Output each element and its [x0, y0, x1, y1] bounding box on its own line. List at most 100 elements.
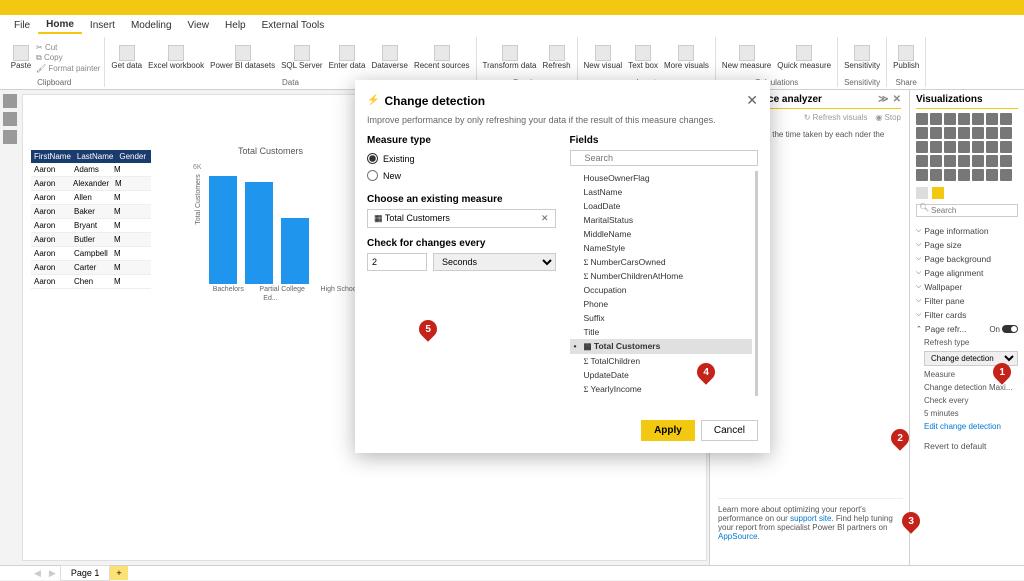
- revert-to-default[interactable]: Revert to default: [924, 433, 1018, 451]
- close-icon[interactable]: ✕: [893, 94, 901, 105]
- chart-bar[interactable]: [245, 182, 273, 284]
- viz-type-icon[interactable]: [1000, 127, 1012, 139]
- field-item[interactable]: LastName: [570, 185, 753, 199]
- section-wallpaper[interactable]: Wallpaper: [916, 280, 1018, 294]
- viz-type-icon[interactable]: [944, 113, 956, 125]
- table-row[interactable]: AaronBryantM: [31, 219, 151, 233]
- tab-view[interactable]: View: [180, 18, 218, 33]
- section-page-size[interactable]: Page size: [916, 238, 1018, 252]
- viz-type-icon[interactable]: [958, 127, 970, 139]
- support-link[interactable]: support site: [790, 514, 831, 523]
- viz-type-icon[interactable]: [986, 141, 998, 153]
- radio-existing[interactable]: Existing: [367, 150, 556, 167]
- page-refresh-toggle[interactable]: On: [989, 325, 1018, 334]
- recent-sources-button[interactable]: Recent sources: [412, 44, 472, 71]
- tab-file[interactable]: File: [6, 18, 38, 33]
- report-view-icon[interactable]: [3, 94, 17, 108]
- viz-type-icon[interactable]: [958, 155, 970, 167]
- field-item[interactable]: ΣNumberCarsOwned: [570, 255, 753, 269]
- field-item[interactable]: ΣYearlyIncome: [570, 382, 753, 396]
- section-page-info[interactable]: Page information: [916, 224, 1018, 238]
- sql-server-button[interactable]: SQL Server: [279, 44, 325, 71]
- field-item[interactable]: ΣNumberChildrenAtHome: [570, 269, 753, 283]
- clear-measure-icon[interactable]: ✕: [541, 213, 549, 224]
- new-visual-button[interactable]: New visual: [582, 44, 625, 71]
- field-item[interactable]: ▦ Total Customers: [570, 339, 753, 354]
- table-row[interactable]: AaronChenM: [31, 275, 151, 289]
- section-page-bg[interactable]: Page background: [916, 252, 1018, 266]
- new-measure-button[interactable]: New measure: [720, 44, 773, 71]
- viz-type-icon[interactable]: [916, 169, 928, 181]
- viz-type-icon[interactable]: [930, 155, 942, 167]
- tab-help[interactable]: Help: [217, 18, 254, 33]
- tab-home[interactable]: Home: [38, 17, 82, 34]
- section-page-refresh[interactable]: Page refr... On: [916, 322, 1018, 336]
- transform-data-button[interactable]: Transform data: [481, 44, 539, 71]
- field-item[interactable]: MiddleName: [570, 227, 753, 241]
- viz-type-icon[interactable]: [972, 155, 984, 167]
- paste-button[interactable]: Paste: [8, 44, 34, 71]
- viz-type-icon[interactable]: [1000, 113, 1012, 125]
- dataverse-button[interactable]: Dataverse: [369, 44, 409, 71]
- field-item[interactable]: Phone: [570, 297, 753, 311]
- viz-type-icon[interactable]: [986, 169, 998, 181]
- refresh-visuals-button[interactable]: ↻ Refresh visuals: [804, 113, 868, 122]
- viz-type-icon[interactable]: [944, 169, 956, 181]
- fields-search-input[interactable]: [570, 150, 759, 166]
- page-nav-right-icon[interactable]: ▶: [45, 568, 60, 579]
- viz-type-icon[interactable]: [916, 127, 928, 139]
- stop-button[interactable]: ◉ Stop: [875, 113, 901, 122]
- viz-type-icon[interactable]: [1000, 155, 1012, 167]
- viz-type-icon[interactable]: [958, 113, 970, 125]
- field-item[interactable]: UpdateDate: [570, 368, 753, 382]
- fields-tab-icon[interactable]: [916, 187, 928, 199]
- excel-workbook-button[interactable]: Excel workbook: [146, 44, 206, 71]
- tab-modeling[interactable]: Modeling: [123, 18, 180, 33]
- table-row[interactable]: AaronAllenM: [31, 191, 151, 205]
- text-box-button[interactable]: Text box: [626, 44, 660, 71]
- viz-type-icon[interactable]: [930, 141, 942, 153]
- viz-type-icon[interactable]: [930, 169, 942, 181]
- perf-collapse-icon[interactable]: ≫: [878, 94, 888, 105]
- viz-type-icon[interactable]: [944, 127, 956, 139]
- section-filter-cards[interactable]: Filter cards: [916, 308, 1018, 322]
- check-value-input[interactable]: [367, 253, 427, 271]
- field-item[interactable]: ΣTotalChildren: [570, 354, 753, 368]
- field-item[interactable]: LoadDate: [570, 199, 753, 213]
- appsource-link[interactable]: AppSource: [718, 532, 758, 541]
- viz-type-icon[interactable]: [972, 169, 984, 181]
- copy-button[interactable]: ⧉ Copy: [36, 53, 63, 63]
- viz-type-icon[interactable]: [958, 141, 970, 153]
- check-unit-select[interactable]: Seconds: [433, 253, 556, 271]
- bar-chart-visual[interactable]: Total Customers Total Customers 6K Bache…: [178, 145, 363, 325]
- viz-type-icon[interactable]: [916, 155, 928, 167]
- chosen-measure-input[interactable]: ▦ Total Customers ✕: [367, 209, 556, 228]
- table-visual[interactable]: FirstNameLastNameGender AaronAdamsMAaron…: [31, 150, 151, 289]
- viz-type-icon[interactable]: [916, 113, 928, 125]
- field-item[interactable]: Title: [570, 325, 753, 339]
- viz-type-icon[interactable]: [986, 113, 998, 125]
- table-row[interactable]: AaronAdamsM: [31, 163, 151, 177]
- quick-measure-button[interactable]: Quick measure: [775, 44, 833, 71]
- viz-type-icon[interactable]: [1000, 169, 1012, 181]
- radio-new[interactable]: New: [367, 167, 556, 184]
- field-item[interactable]: HouseOwnerFlag: [570, 171, 753, 185]
- viz-type-icon[interactable]: [930, 113, 942, 125]
- tab-external-tools[interactable]: External Tools: [254, 18, 333, 33]
- viz-type-icon[interactable]: [1000, 141, 1012, 153]
- apply-button[interactable]: Apply: [641, 420, 695, 441]
- field-item[interactable]: Suffix: [570, 311, 753, 325]
- viz-type-icon[interactable]: [972, 141, 984, 153]
- page-nav-left-icon[interactable]: ◀: [30, 568, 45, 579]
- data-view-icon[interactable]: [3, 112, 17, 126]
- viz-type-icon[interactable]: [972, 113, 984, 125]
- field-item[interactable]: NameStyle: [570, 241, 753, 255]
- publish-button[interactable]: Publish: [891, 44, 921, 71]
- field-item[interactable]: MaritalStatus: [570, 213, 753, 227]
- viz-type-icon[interactable]: [944, 155, 956, 167]
- cut-button[interactable]: ✂ Cut: [36, 43, 57, 52]
- refresh-button[interactable]: Refresh: [541, 44, 573, 71]
- format-tab-icon[interactable]: [932, 187, 944, 199]
- get-data-button[interactable]: Get data: [109, 44, 144, 71]
- add-page-button[interactable]: +: [110, 566, 127, 580]
